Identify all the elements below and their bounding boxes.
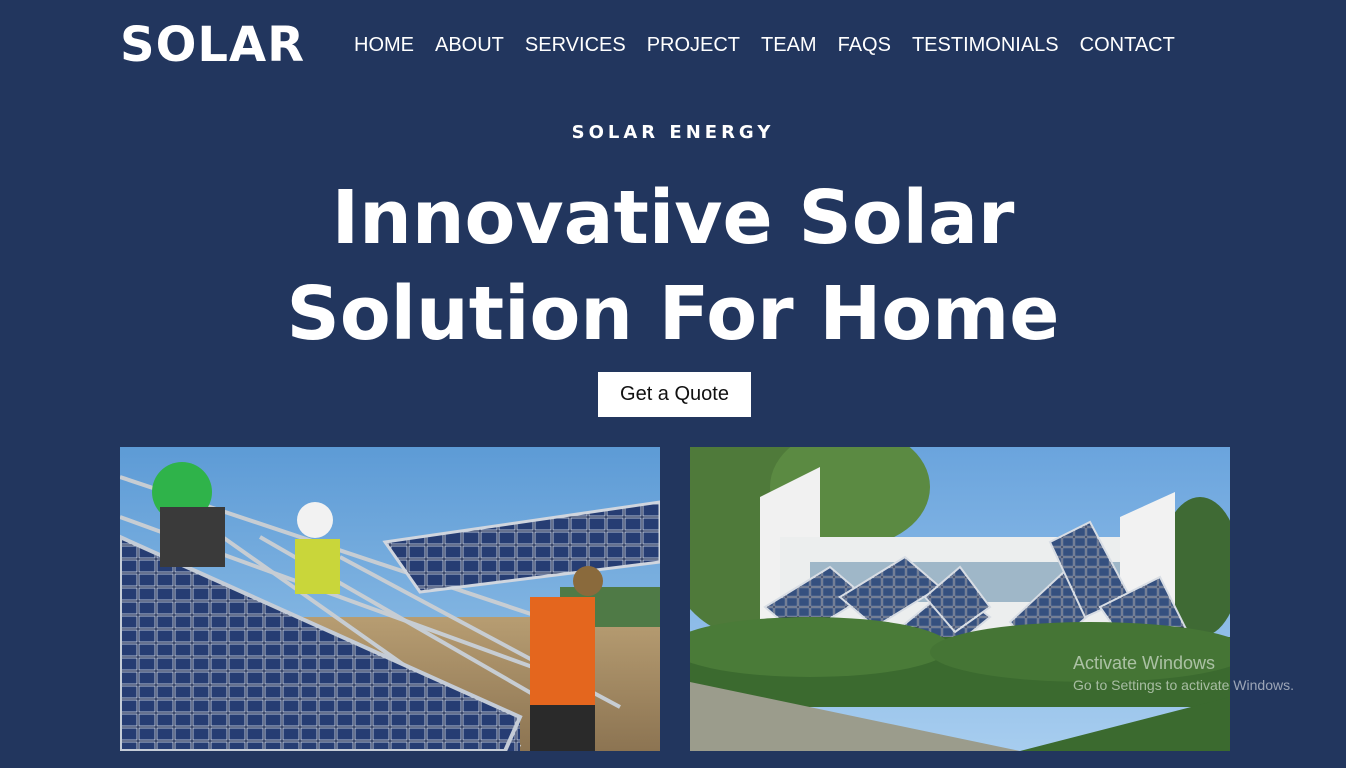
hero-headline-line-2: Solution For Home bbox=[286, 271, 1060, 357]
hero-headline: Innovative Solar Solution For Home bbox=[0, 170, 1346, 362]
nav-services[interactable]: SERVICES bbox=[525, 32, 626, 58]
solar-workers-photo bbox=[120, 447, 660, 751]
main-nav: HOME ABOUT SERVICES PROJECT TEAM FAQS TE… bbox=[354, 32, 1175, 58]
activate-windows-title: Activate Windows bbox=[1073, 653, 1216, 673]
hero-headline-line-1: Innovative Solar bbox=[331, 175, 1015, 261]
nav-project[interactable]: PROJECT bbox=[647, 32, 740, 58]
nav-faqs[interactable]: FAQS bbox=[838, 32, 891, 58]
nav-about[interactable]: ABOUT bbox=[435, 32, 504, 58]
nav-team[interactable]: TEAM bbox=[761, 32, 817, 58]
nav-home[interactable]: HOME bbox=[354, 32, 414, 58]
activate-windows-watermark: Activate Windows Go to Settings to activ… bbox=[1073, 652, 1294, 696]
activate-windows-subtitle: Go to Settings to activate Windows. bbox=[1073, 677, 1294, 693]
nav-contact[interactable]: CONTACT bbox=[1080, 32, 1175, 58]
site-logo[interactable]: SOLAR bbox=[120, 18, 305, 72]
solar-building-photo bbox=[690, 447, 1230, 751]
nav-testimonials[interactable]: TESTIMONIALS bbox=[912, 32, 1059, 58]
get-quote-button[interactable]: Get a Quote bbox=[598, 372, 751, 417]
hero-eyebrow: SOLAR ENERGY bbox=[571, 122, 775, 143]
